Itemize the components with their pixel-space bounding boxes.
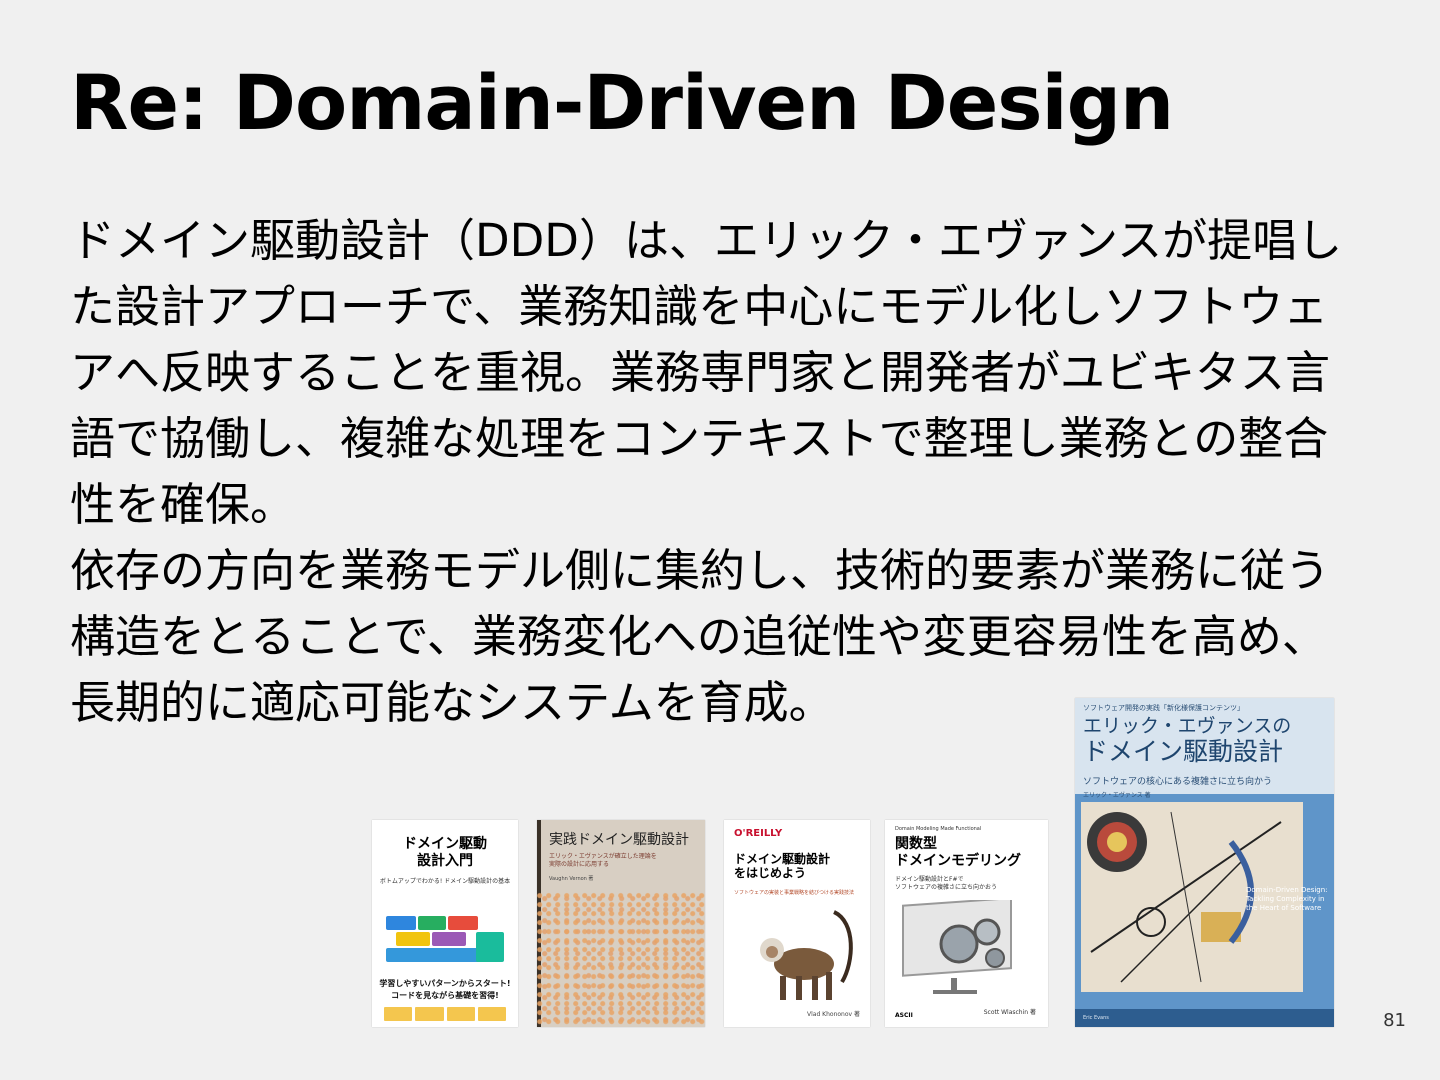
cover-pattern (537, 892, 705, 1027)
book-title: ドメイン駆動設計 をはじめよう (734, 852, 831, 881)
cover-illustration-brick (418, 916, 446, 930)
book-author: Vlad Khononov 著 (807, 1011, 860, 1018)
cover-illustration-brick (386, 916, 416, 930)
monkey-illustration (760, 910, 853, 1000)
book-cover-ddd-intro: ドメイン駆動 設計入門 ボトムアップでわかる! ドメイン駆動設計の基本 学習しや… (372, 820, 518, 1027)
cover-illustration-brick (396, 932, 430, 946)
cover-illustration-badge (476, 932, 504, 962)
book-kicker: ソフトウェア開発の実践「新化様保護コンテンツ」 (1083, 704, 1244, 712)
cover-illustration-brick (432, 932, 466, 946)
book-title: 実践ドメイン駆動設計 (549, 832, 689, 848)
book-subtitle: ソフトウェアの核心にある複雑さに立ち向かう (1083, 777, 1273, 787)
book-author: エリック・エヴァンス 著 (1083, 792, 1151, 799)
publisher-logo: ASCII (895, 1012, 913, 1019)
book-cover-implementing-ddd: 実践ドメイン駆動設計 エリック・エヴァンスが確立した理論を 実際の設計に応用する… (537, 820, 705, 1027)
book-title-line-2: ドメイン駆動設計 (1083, 737, 1284, 766)
book-english-author: Eric Evans (1075, 1009, 1334, 1027)
book-subtitle: ソフトウェアの実装と事業戦略を結びつける実践技法 (734, 890, 855, 896)
book-author: Vaughn Vernon 著 (549, 876, 594, 882)
cover-illustration-brick (386, 948, 486, 962)
body-paragraph-1: ドメイン駆動設計（DDD）は、エリック・エヴァンスが提唱した設計アプローチで、業… (70, 214, 1343, 531)
gears-illustration (902, 900, 1012, 994)
book-tagline: 学習しやすいパターンからスタート! コードを見ながら基礎を習得! (379, 979, 511, 1000)
book-subtitle: エリック・エヴァンスが確立した理論を 実際の設計に応用する (549, 853, 657, 869)
page-number: 81 (1383, 1010, 1406, 1031)
book-subtitle: ボトムアップでわかる! ドメイン駆動設計の基本 (379, 878, 511, 885)
cover-illustration-brick (448, 916, 478, 930)
book-kicker: Domain Modeling Made Functional (895, 826, 982, 832)
book-cover-domain-modeling-functional: Domain Modeling Made Functional 関数型 ドメイン… (885, 820, 1048, 1027)
cover-illustration-grid (384, 1007, 506, 1021)
book-cover-learning-ddd: O'REILLY ドメイン駆動設計 をはじめよう ソフトウェアの実装と事業戦略を… (724, 820, 870, 1027)
book-subtitle: ドメイン駆動設計とF#で ソフトウェアの複雑さに立ち向かおう (895, 876, 998, 892)
slide: Re: Domain-Driven Design ドメイン駆動設計（DDD）は、… (0, 0, 1440, 1080)
publisher-logo: O'REILLY (734, 828, 783, 839)
book-author: Scott Wlaschin 著 (983, 1009, 1036, 1016)
book-title: 関数型 ドメインモデリング (895, 836, 1021, 869)
slide-title: Re: Domain-Driven Design (70, 58, 1174, 147)
book-title: ドメイン駆動 設計入門 (403, 836, 487, 869)
book-title-line-1: エリック・エヴァンスの (1083, 715, 1292, 737)
book-english-title: Domain-Driven Design: Tackling Complexit… (1246, 886, 1328, 912)
slide-body: ドメイン駆動設計（DDD）は、エリック・エヴァンスが提唱した設計アプローチで、業… (70, 208, 1370, 736)
book-cover-evans-ddd: ソフトウェア開発の実践「新化様保護コンテンツ」 エリック・エヴァンスの ドメイン… (1075, 698, 1334, 1027)
